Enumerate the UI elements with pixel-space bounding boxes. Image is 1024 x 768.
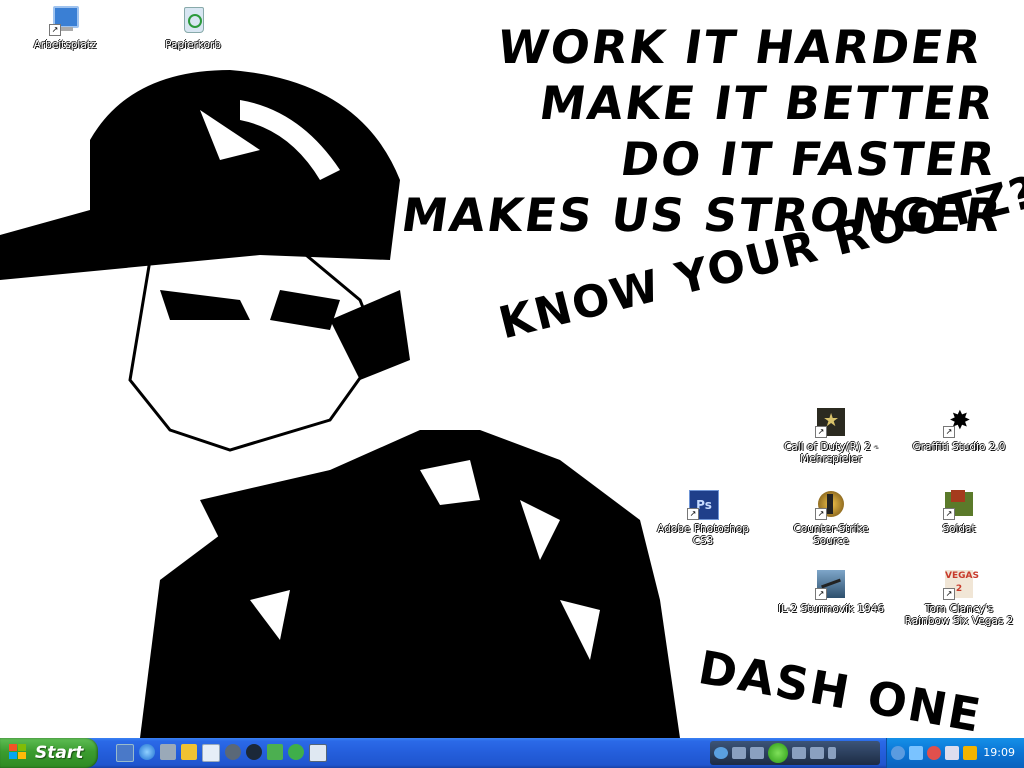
desktop-icon-graffiti-studio[interactable]: ✸ ↗ Graffiti Studio 2.0 bbox=[904, 406, 1014, 453]
desktop-icon-call-of-duty[interactable]: ★ ↗ Call of Duty(R) 2 - Mehrspieler bbox=[776, 406, 886, 465]
icon-label: Arbeitsplatz bbox=[33, 39, 97, 51]
headset-icon[interactable] bbox=[225, 744, 241, 760]
desktop-icon-counter-strike[interactable]: ↗ Counter-Strike Source bbox=[776, 488, 886, 547]
app-icon[interactable] bbox=[181, 744, 197, 760]
puzzle-icon[interactable] bbox=[267, 744, 283, 760]
icon-label: Tom Clancy's Rainbow Six Vegas 2 bbox=[904, 603, 1014, 627]
media-player-icon[interactable] bbox=[714, 747, 728, 759]
icon-label: Papierkorb bbox=[165, 39, 221, 51]
desktop-icon-il2[interactable]: ↗ IL-2 Sturmovik 1946 bbox=[776, 568, 886, 615]
users-icon[interactable] bbox=[927, 746, 941, 760]
icon-label: Graffiti Studio 2.0 bbox=[912, 441, 1006, 453]
next-icon[interactable] bbox=[792, 747, 806, 759]
show-desktop-icon[interactable] bbox=[116, 744, 134, 762]
system-tray: 19:09 bbox=[886, 738, 1024, 768]
network-icon[interactable] bbox=[909, 746, 923, 760]
collapse-arrow-icon[interactable] bbox=[891, 746, 905, 760]
wallpaper-text: MAKE IT BETTER bbox=[536, 76, 998, 130]
desktop-icon-arbeitsplatz[interactable]: ↗ Arbeitsplatz bbox=[10, 4, 120, 51]
desktop-icon-rainbow-six[interactable]: VEGAS 2 ↗ Tom Clancy's Rainbow Six Vegas… bbox=[904, 568, 1014, 627]
soldat-icon: ↗ bbox=[943, 488, 975, 520]
icon-label: Soldat bbox=[942, 523, 976, 535]
pen-icon[interactable] bbox=[963, 746, 977, 760]
start-label: Start bbox=[35, 743, 84, 763]
photoshop-icon: Ps ↗ bbox=[687, 488, 719, 520]
computer-icon: ↗ bbox=[49, 4, 81, 36]
network-icon[interactable] bbox=[160, 744, 176, 760]
desktop-icon-papierkorb[interactable]: Papierkorb bbox=[138, 4, 248, 51]
windows-logo-icon bbox=[9, 744, 29, 762]
desktop[interactable]: WORK IT HARDER MAKE IT BETTER DO IT FAST… bbox=[0, 0, 1024, 738]
messenger-icon[interactable] bbox=[288, 744, 304, 760]
counter-strike-icon: ↗ bbox=[815, 488, 847, 520]
stop-icon[interactable] bbox=[732, 747, 746, 759]
monitor-icon[interactable] bbox=[945, 746, 959, 760]
window-icon[interactable] bbox=[309, 744, 327, 762]
media-player-toolbar[interactable] bbox=[710, 741, 880, 765]
volume-icon[interactable] bbox=[810, 747, 824, 759]
rainbow-six-icon: VEGAS 2 ↗ bbox=[943, 570, 979, 600]
icon-label: Call of Duty(R) 2 - Mehrspieler bbox=[783, 441, 879, 465]
clock[interactable]: 19:09 bbox=[983, 738, 1015, 768]
previous-icon[interactable] bbox=[750, 747, 764, 759]
taskbar: Start 19:09 bbox=[0, 738, 1024, 768]
steam-icon[interactable] bbox=[246, 744, 262, 760]
il2-icon: ↗ bbox=[815, 568, 847, 600]
desktop-icon-photoshop[interactable]: Ps ↗ Adobe Photoshop CS3 bbox=[648, 488, 758, 547]
chevron-down-icon[interactable] bbox=[828, 747, 836, 759]
quick-launch bbox=[116, 744, 327, 762]
recycle-bin-icon bbox=[177, 4, 209, 36]
wallpaper-text: DO IT FASTER bbox=[617, 132, 1000, 186]
icon-label: Counter-Strike Source bbox=[793, 523, 869, 547]
play-button[interactable] bbox=[768, 743, 788, 763]
desktop-icon-soldat[interactable]: ↗ Soldat bbox=[904, 488, 1014, 535]
app-icon[interactable] bbox=[202, 744, 220, 762]
icon-label: IL-2 Sturmovik 1946 bbox=[777, 603, 885, 615]
call-of-duty-icon: ★ ↗ bbox=[815, 406, 847, 438]
start-button[interactable]: Start bbox=[0, 738, 98, 768]
wallpaper-text: WORK IT HARDER bbox=[494, 20, 986, 74]
icon-label: Adobe Photoshop CS3 bbox=[657, 523, 749, 547]
graffiti-studio-icon: ✸ ↗ bbox=[943, 406, 975, 438]
internet-explorer-icon[interactable] bbox=[139, 744, 155, 760]
